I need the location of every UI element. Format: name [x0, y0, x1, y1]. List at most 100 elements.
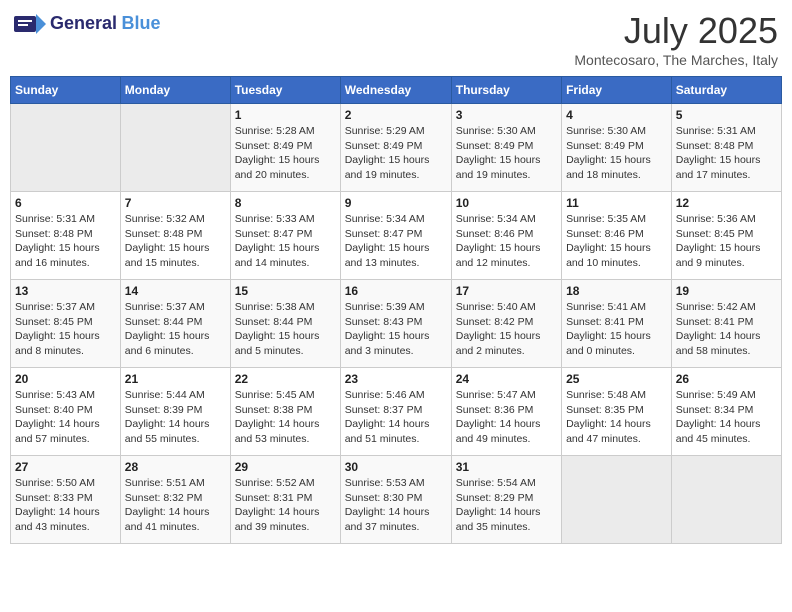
calendar-cell: 18 Sunrise: 5:41 AMSunset: 8:41 PMDayligh…	[562, 280, 672, 368]
calendar-cell: 27 Sunrise: 5:50 AMSunset: 8:33 PMDayligh…	[11, 456, 121, 544]
day-info: Sunrise: 5:28 AMSunset: 8:49 PMDaylight:…	[235, 124, 336, 183]
day-info: Sunrise: 5:43 AMSunset: 8:40 PMDaylight:…	[15, 388, 116, 447]
day-number: 5	[676, 108, 777, 122]
day-info: Sunrise: 5:39 AMSunset: 8:43 PMDaylight:…	[345, 300, 447, 359]
calendar-cell: 15Sunrise: 5:38 AMSunset: 8:44 PMDayligh…	[230, 280, 340, 368]
day-number: 3	[456, 108, 557, 122]
day-number: 18	[566, 284, 667, 298]
day-info: Sunrise: 5:51 AMSunset: 8:32 PMDaylight:…	[125, 476, 226, 535]
calendar-week-1: 1 Sunrise: 5:28 AMSunset: 8:49 PMDaylight…	[11, 104, 782, 192]
calendar-cell	[11, 104, 121, 192]
day-info: Sunrise: 5:45 AMSunset: 8:38 PMDaylight:…	[235, 388, 336, 447]
day-info: Sunrise: 5:40 AMSunset: 8:42 PMDaylight:…	[456, 300, 557, 359]
day-number: 24	[456, 372, 557, 386]
day-number: 2	[345, 108, 447, 122]
calendar-cell: 29Sunrise: 5:52 AMSunset: 8:31 PMDayligh…	[230, 456, 340, 544]
calendar-cell: 22 Sunrise: 5:45 AMSunset: 8:38 PMDayligh…	[230, 368, 340, 456]
calendar-cell: 4 Sunrise: 5:30 AMSunset: 8:49 PMDaylight…	[562, 104, 672, 192]
calendar-cell: 20 Sunrise: 5:43 AMSunset: 8:40 PMDayligh…	[11, 368, 121, 456]
day-number: 13	[15, 284, 116, 298]
day-number: 23	[345, 372, 447, 386]
logo-text-general: General	[50, 13, 117, 33]
calendar-cell: 1 Sunrise: 5:28 AMSunset: 8:49 PMDaylight…	[230, 104, 340, 192]
day-number: 25	[566, 372, 667, 386]
calendar-cell: 24 Sunrise: 5:47 AMSunset: 8:36 PMDayligh…	[451, 368, 561, 456]
day-info: Sunrise: 5:49 AMSunset: 8:34 PMDaylight:…	[676, 388, 777, 447]
calendar-body: 1 Sunrise: 5:28 AMSunset: 8:49 PMDaylight…	[11, 104, 782, 544]
calendar-cell: 23 Sunrise: 5:46 AMSunset: 8:37 PMDayligh…	[340, 368, 451, 456]
day-info: Sunrise: 5:37 AMSunset: 8:45 PMDaylight:…	[15, 300, 116, 359]
calendar-cell: 30Sunrise: 5:53 AMSunset: 8:30 PMDayligh…	[340, 456, 451, 544]
calendar-title: July 2025	[574, 10, 778, 52]
weekday-header-saturday: Saturday	[671, 77, 781, 104]
day-number: 26	[676, 372, 777, 386]
calendar-cell: 9Sunrise: 5:34 AMSunset: 8:47 PMDaylight…	[340, 192, 451, 280]
day-number: 19	[676, 284, 777, 298]
day-info: Sunrise: 5:48 AMSunset: 8:35 PMDaylight:…	[566, 388, 667, 447]
page-header: General Blue July 2025 Montecosaro, The …	[10, 10, 782, 68]
weekday-row: SundayMondayTuesdayWednesdayThursdayFrid…	[11, 77, 782, 104]
title-area: July 2025 Montecosaro, The Marches, Ital…	[574, 10, 778, 68]
day-number: 16	[345, 284, 447, 298]
day-number: 8	[235, 196, 336, 210]
day-info: Sunrise: 5:46 AMSunset: 8:37 PMDaylight:…	[345, 388, 447, 447]
calendar-cell	[562, 456, 672, 544]
calendar-cell: 5Sunrise: 5:31 AMSunset: 8:48 PMDaylight…	[671, 104, 781, 192]
calendar-cell: 31 Sunrise: 5:54 AMSunset: 8:29 PMDayligh…	[451, 456, 561, 544]
day-info: Sunrise: 5:30 AMSunset: 8:49 PMDaylight:…	[566, 124, 667, 183]
day-number: 12	[676, 196, 777, 210]
calendar-cell: 11Sunrise: 5:35 AMSunset: 8:46 PMDayligh…	[562, 192, 672, 280]
calendar-week-2: 6 Sunrise: 5:31 AMSunset: 8:48 PMDaylight…	[11, 192, 782, 280]
day-number: 6	[15, 196, 116, 210]
day-info: Sunrise: 5:47 AMSunset: 8:36 PMDaylight:…	[456, 388, 557, 447]
calendar-cell: 6 Sunrise: 5:31 AMSunset: 8:48 PMDaylight…	[11, 192, 121, 280]
day-info: Sunrise: 5:32 AMSunset: 8:48 PMDaylight:…	[125, 212, 226, 271]
day-number: 29	[235, 460, 336, 474]
day-number: 15	[235, 284, 336, 298]
calendar-cell: 26 Sunrise: 5:49 AMSunset: 8:34 PMDayligh…	[671, 368, 781, 456]
calendar-week-5: 27 Sunrise: 5:50 AMSunset: 8:33 PMDayligh…	[11, 456, 782, 544]
calendar-cell: 12 Sunrise: 5:36 AMSunset: 8:45 PMDayligh…	[671, 192, 781, 280]
logo: General Blue	[14, 10, 161, 38]
calendar-cell: 17 Sunrise: 5:40 AMSunset: 8:42 PMDayligh…	[451, 280, 561, 368]
day-number: 31	[456, 460, 557, 474]
weekday-header-friday: Friday	[562, 77, 672, 104]
calendar-cell: 3 Sunrise: 5:30 AMSunset: 8:49 PMDaylight…	[451, 104, 561, 192]
day-number: 27	[15, 460, 116, 474]
day-number: 10	[456, 196, 557, 210]
calendar-cell: 10Sunrise: 5:34 AMSunset: 8:46 PMDayligh…	[451, 192, 561, 280]
calendar-cell: 7 Sunrise: 5:32 AMSunset: 8:48 PMDaylight…	[120, 192, 230, 280]
day-info: Sunrise: 5:50 AMSunset: 8:33 PMDaylight:…	[15, 476, 116, 535]
logo-text-blue: Blue	[122, 13, 161, 33]
day-info: Sunrise: 5:36 AMSunset: 8:45 PMDaylight:…	[676, 212, 777, 271]
logo-icon	[14, 10, 46, 38]
day-number: 4	[566, 108, 667, 122]
calendar-cell: 8 Sunrise: 5:33 AMSunset: 8:47 PMDaylight…	[230, 192, 340, 280]
weekday-header-tuesday: Tuesday	[230, 77, 340, 104]
day-number: 22	[235, 372, 336, 386]
day-info: Sunrise: 5:35 AMSunset: 8:46 PMDaylight:…	[566, 212, 667, 271]
day-number: 1	[235, 108, 336, 122]
weekday-header-wednesday: Wednesday	[340, 77, 451, 104]
calendar-week-4: 20 Sunrise: 5:43 AMSunset: 8:40 PMDayligh…	[11, 368, 782, 456]
day-number: 7	[125, 196, 226, 210]
calendar-cell: 14 Sunrise: 5:37 AMSunset: 8:44 PMDayligh…	[120, 280, 230, 368]
day-info: Sunrise: 5:53 AMSunset: 8:30 PMDaylight:…	[345, 476, 447, 535]
day-info: Sunrise: 5:30 AMSunset: 8:49 PMDaylight:…	[456, 124, 557, 183]
calendar-cell	[120, 104, 230, 192]
day-number: 14	[125, 284, 226, 298]
calendar-cell: 28Sunrise: 5:51 AMSunset: 8:32 PMDayligh…	[120, 456, 230, 544]
day-info: Sunrise: 5:34 AMSunset: 8:47 PMDaylight:…	[345, 212, 447, 271]
weekday-header-thursday: Thursday	[451, 77, 561, 104]
day-number: 17	[456, 284, 557, 298]
calendar-cell: 2 Sunrise: 5:29 AMSunset: 8:49 PMDaylight…	[340, 104, 451, 192]
calendar-cell: 16 Sunrise: 5:39 AMSunset: 8:43 PMDayligh…	[340, 280, 451, 368]
day-info: Sunrise: 5:37 AMSunset: 8:44 PMDaylight:…	[125, 300, 226, 359]
day-info: Sunrise: 5:31 AMSunset: 8:48 PMDaylight:…	[15, 212, 116, 271]
day-info: Sunrise: 5:41 AMSunset: 8:41 PMDaylight:…	[566, 300, 667, 359]
day-number: 20	[15, 372, 116, 386]
calendar-cell: 25 Sunrise: 5:48 AMSunset: 8:35 PMDayligh…	[562, 368, 672, 456]
day-info: Sunrise: 5:33 AMSunset: 8:47 PMDaylight:…	[235, 212, 336, 271]
day-info: Sunrise: 5:29 AMSunset: 8:49 PMDaylight:…	[345, 124, 447, 183]
day-info: Sunrise: 5:54 AMSunset: 8:29 PMDaylight:…	[456, 476, 557, 535]
